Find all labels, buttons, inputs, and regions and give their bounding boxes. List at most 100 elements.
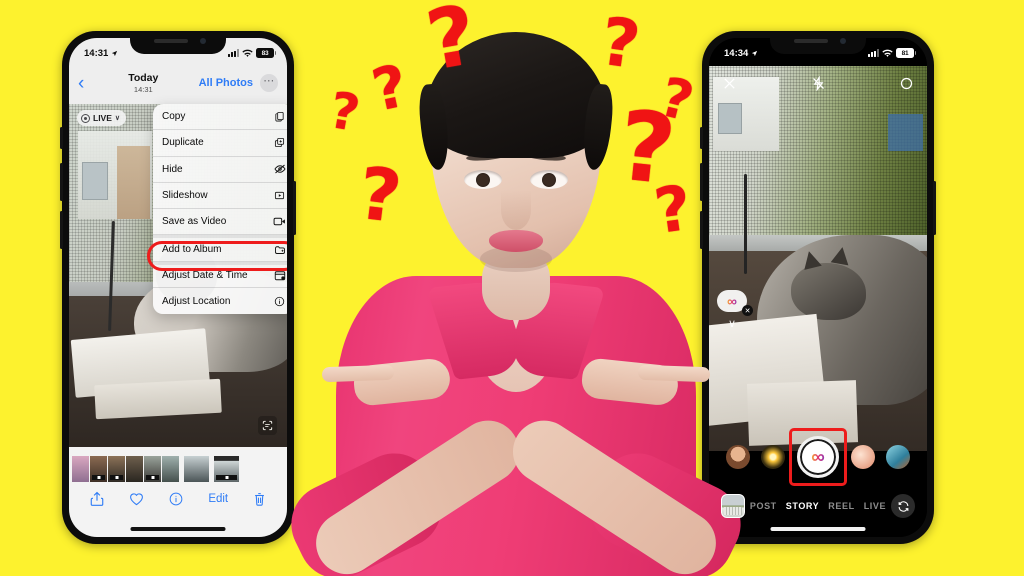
video-camera-icon: [273, 215, 286, 228]
context-menu-item-adjust-location[interactable]: Adjust Location: [153, 288, 287, 314]
context-menu-item-duplicate[interactable]: Duplicate: [153, 130, 287, 157]
effects-carousel: ∞: [709, 428, 927, 486]
photos-bottom-toolbar: Edit: [69, 447, 287, 537]
live-badge-label: LIVE: [93, 113, 112, 123]
battery-indicator: 81: [896, 48, 916, 58]
rod-object: [743, 173, 747, 274]
context-item-label: Slideshow: [162, 190, 208, 202]
volume-down-button[interactable]: [60, 211, 63, 249]
live-text-scan-icon[interactable]: [258, 416, 277, 435]
photos-app: 14:31 83 ‹ Today 14:31 All Photos ⋯ LIVE…: [69, 38, 287, 537]
flash-off-icon[interactable]: [811, 75, 826, 91]
eye-slash-icon: [273, 163, 286, 176]
battery-indicator: 83: [256, 48, 276, 58]
camera-flip-icon[interactable]: [891, 494, 915, 518]
tab-live[interactable]: LIVE: [864, 501, 886, 511]
sparkle-effect-icon[interactable]: [761, 445, 785, 469]
index-finger-left: [321, 364, 395, 383]
close-x-icon[interactable]: [722, 76, 737, 91]
save-as-video-highlight-annotation: [147, 241, 287, 271]
camera-preview[interactable]: [709, 66, 927, 451]
trash-icon[interactable]: [253, 492, 266, 507]
status-time: 14:31: [84, 47, 109, 59]
left-phone-device: 14:31 83 ‹ Today 14:31 All Photos ⋯ LIVE…: [60, 31, 296, 544]
shutter-button-wrap: ∞: [789, 428, 847, 486]
share-icon[interactable]: [90, 491, 104, 507]
home-indicator: [770, 527, 866, 531]
location-arrow-icon: [112, 50, 118, 56]
camera-top-bar: [709, 68, 927, 98]
peach-effect-icon[interactable]: [851, 445, 875, 469]
power-button[interactable]: [933, 181, 936, 235]
eye-left: [464, 170, 502, 189]
camera-settings-icon[interactable]: [899, 76, 914, 91]
location-arrow-icon: [752, 50, 758, 56]
left-phone-notch: [130, 31, 226, 54]
window-pane: [717, 102, 742, 135]
right-phone-device: 14:34 81 ∞ ✕ ∨ ∞ POST STORY REEL LIVE: [700, 31, 936, 544]
close-circle-icon[interactable]: ✕: [742, 305, 753, 316]
heart-icon[interactable]: [129, 492, 144, 506]
chevron-down-icon: ∨: [114, 115, 121, 122]
face-effect-icon[interactable]: [726, 445, 750, 469]
context-menu-item-save-as-video[interactable]: Save as Video: [153, 209, 287, 236]
window-pane: [82, 161, 109, 201]
all-photos-button[interactable]: All Photos: [199, 77, 253, 89]
wifi-icon: [242, 49, 253, 57]
filmstrip-thumb[interactable]: [162, 456, 179, 482]
gallery-thumbnail-icon[interactable]: [721, 494, 745, 518]
volume-up-button[interactable]: [60, 163, 63, 201]
photo-title-block: Today 14:31: [94, 72, 193, 93]
filmstrip-thumb[interactable]: [108, 456, 125, 482]
index-finger-right: [637, 364, 711, 383]
blue-tarp: [887, 114, 923, 151]
paper-sheet-b: [94, 378, 223, 420]
tab-reel[interactable]: REEL: [828, 501, 854, 511]
photos-nav: ‹ Today 14:31 All Photos ⋯: [69, 67, 287, 99]
filmstrip-thumb[interactable]: [144, 456, 161, 482]
earpiece-speaker: [794, 39, 828, 43]
shutter-highlight-annotation: [789, 428, 847, 486]
context-menu-item-slideshow[interactable]: Slideshow: [153, 183, 287, 210]
photo-filmstrip[interactable]: [72, 456, 239, 482]
context-menu-item-hide[interactable]: Hide: [153, 157, 287, 183]
active-effect-badge[interactable]: ∞ ✕ ∨: [717, 290, 753, 330]
live-photo-badge[interactable]: LIVE ∨: [77, 110, 127, 126]
tab-story[interactable]: STORY: [786, 501, 820, 511]
context-item-label: Duplicate: [162, 137, 204, 149]
eye-right: [530, 170, 568, 189]
filmstrip-thumb[interactable]: [214, 456, 239, 482]
mute-switch[interactable]: [60, 127, 63, 149]
front-camera: [840, 38, 846, 44]
chevron-down-icon[interactable]: ∨: [728, 317, 736, 330]
filmstrip-thumb[interactable]: [90, 456, 107, 482]
edit-button[interactable]: Edit: [208, 493, 228, 505]
more-options-button[interactable]: ⋯: [260, 74, 278, 92]
filmstrip-thumb[interactable]: [72, 456, 89, 482]
right-phone-screen: 14:34 81 ∞ ✕ ∨ ∞ POST STORY REEL LIVE: [709, 38, 927, 537]
home-indicator: [130, 527, 226, 531]
context-item-label: Adjust Location: [162, 295, 231, 307]
info-circle-icon: [273, 295, 286, 308]
cellular-signal-icon: [868, 49, 879, 57]
tab-post[interactable]: POST: [750, 501, 777, 511]
front-camera: [200, 38, 206, 44]
status-left: 14:31: [84, 48, 118, 59]
earpiece-speaker: [154, 39, 188, 43]
cat-ear-right: [830, 245, 852, 266]
power-button[interactable]: [293, 181, 296, 235]
teal-effect-icon[interactable]: [886, 445, 910, 469]
instagram-camera-app: 14:34 81 ∞ ✕ ∨ ∞ POST STORY REEL LIVE: [709, 38, 927, 537]
calendar-clock-icon: [273, 269, 286, 282]
info-circle-icon[interactable]: [169, 492, 183, 506]
copy-icon: [273, 110, 286, 123]
filmstrip-thumb[interactable]: [184, 456, 209, 482]
filmstrip-thumb[interactable]: [126, 456, 143, 482]
poster-canvas: 14:31 83 ‹ Today 14:31 All Photos ⋯ LIVE…: [0, 0, 1024, 576]
door-shape: [116, 146, 150, 220]
live-photo-icon: [81, 113, 90, 123]
page-subtitle: 14:31: [133, 84, 153, 94]
context-item-label: Hide: [162, 163, 183, 175]
photo-action-icons: Edit: [69, 491, 287, 507]
context-menu-item-copy[interactable]: Copy: [153, 104, 287, 131]
